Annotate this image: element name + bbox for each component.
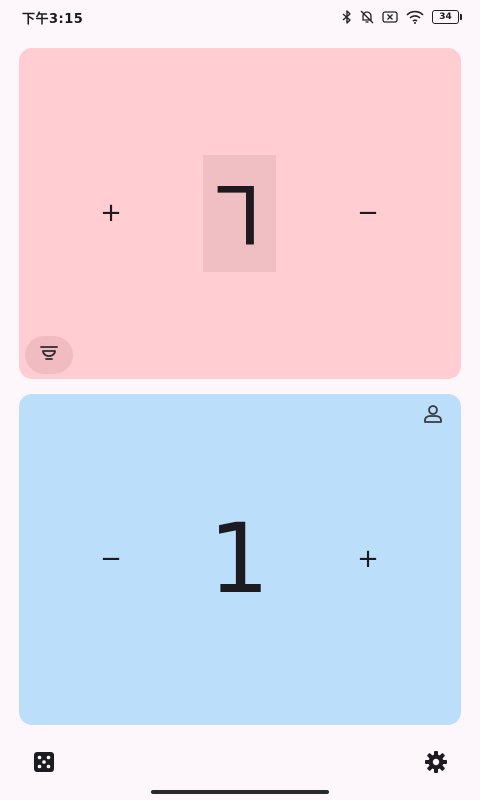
decrement-life-button-bottom[interactable]: − [85,533,137,585]
increment-life-button-bottom[interactable]: + [342,533,394,585]
bell-off-icon [360,10,374,24]
decrement-life-button-top[interactable]: − [342,187,394,239]
commander-toggle-button[interactable] [25,336,73,374]
battery-level: 34 [432,10,459,24]
dice-button[interactable] [30,750,58,778]
increment-life-button-top[interactable]: + [85,187,137,239]
battery-icon: 34 [432,10,462,24]
life-total-top[interactable]: L [203,155,276,272]
status-icons: 34 [342,7,462,27]
home-indicator[interactable] [151,790,329,794]
bottom-toolbar [0,740,480,786]
life-total-bottom[interactable]: 1 [189,494,289,624]
player-profile-button[interactable] [419,402,447,430]
dice-icon [33,751,55,777]
wifi-icon [406,10,424,24]
status-time: 下午3:15 [22,12,84,27]
settings-button[interactable] [422,750,450,778]
player-panel-bottom: − 1 + [19,394,461,725]
status-bar: 下午3:15 34 [0,0,480,34]
player-panel-top: + L − [19,48,461,379]
bluetooth-icon [342,10,352,24]
sim-x-icon [382,11,398,23]
funnel-icon [39,344,59,366]
person-icon [422,403,444,429]
gear-icon [424,750,448,778]
